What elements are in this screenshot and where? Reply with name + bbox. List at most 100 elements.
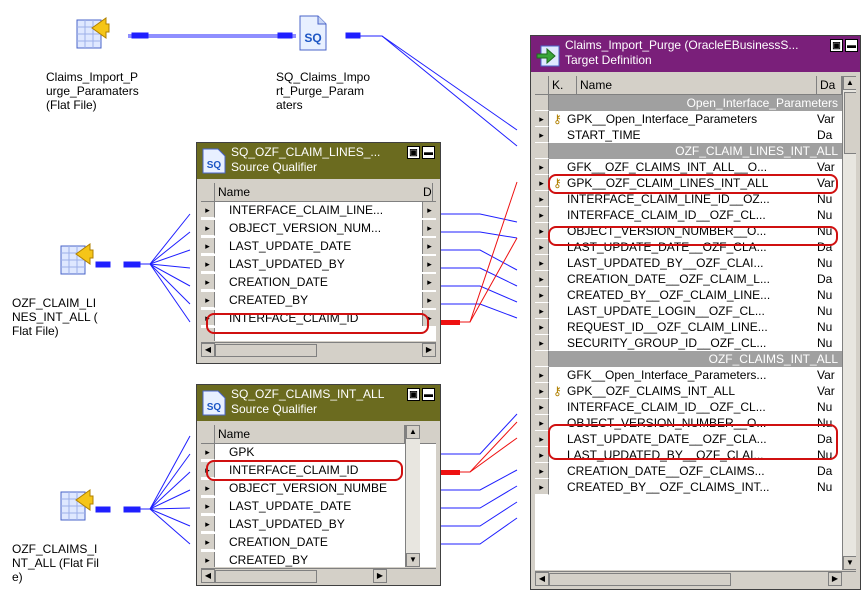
col-name-header[interactable]: Name (215, 425, 405, 443)
table-row[interactable]: ▸ ⚷ GPK__OZF_CLAIMS_INT_ALL Var (535, 383, 842, 399)
row-marker-icon[interactable]: ▸ (201, 274, 215, 290)
table-row[interactable]: ▸ REQUEST_ID__OZF_CLAIM_LINE... Nu (535, 319, 842, 335)
row-marker-icon[interactable]: ▸ (535, 239, 549, 255)
row-marker-icon[interactable]: ▸ (201, 480, 215, 496)
row-marker-icon[interactable]: ▸ (535, 479, 549, 495)
row-marker-icon[interactable]: ▸ (201, 534, 215, 550)
col-name-header[interactable]: Name (215, 183, 433, 201)
table-row[interactable]: ▸ INTERFACE_CLAIM_ID__OZF_CL... Nu (535, 207, 842, 223)
row-marker-icon[interactable]: ▸ (201, 238, 215, 254)
table-row[interactable]: ▸ ⚷ GPK__Open_Interface_Parameters Var (535, 111, 842, 127)
maximize-icon[interactable]: ▣ (407, 388, 420, 401)
horizontal-scrollbar[interactable]: ◀ ▶ (535, 571, 856, 586)
row-marker-icon[interactable]: ▸ (535, 319, 549, 335)
row-marker-icon[interactable]: ▸ (535, 175, 549, 191)
row-marker-icon[interactable]: ▸ (535, 111, 549, 127)
minimize-icon[interactable]: ▬ (422, 146, 435, 159)
table-row[interactable]: ▸INTERFACE_CLAIM_LINE...d▸ (201, 202, 436, 218)
row-marker-icon[interactable]: ▸ (535, 463, 549, 479)
scroll-down-icon[interactable]: ▼ (406, 553, 420, 567)
table-row[interactable]: ▸CREATION_DATEd▸ (201, 274, 436, 290)
sq-lines-titlebar[interactable]: SQ SQ_OZF_CLAIM_LINES_... Source Qualifi… (197, 143, 440, 179)
horizontal-scrollbar[interactable]: ◀ ▶ (201, 568, 436, 583)
row-marker-icon[interactable]: ▸ (535, 159, 549, 175)
table-row[interactable]: ▸ LAST_UPDATE_DATE (201, 498, 422, 514)
row-marker-icon[interactable]: ▸ (535, 415, 549, 431)
table-row[interactable]: ▸ GFK__OZF_CLAIMS_INT_ALL__O... Var (535, 159, 842, 175)
row-marker-icon[interactable]: ▸ (535, 127, 549, 143)
row-marker-icon[interactable]: ▸ (535, 303, 549, 319)
row-marker-icon[interactable]: ▸ (535, 255, 549, 271)
row-marker-icon[interactable]: ▸ (535, 335, 549, 351)
row-marker-icon[interactable]: ▸ (535, 223, 549, 239)
vertical-scrollbar[interactable]: ▲ ▼ (842, 76, 856, 570)
row-marker-icon[interactable]: ▸ (201, 498, 215, 514)
table-row[interactable]: ▸ CREATED_BY__OZF_CLAIMS_INT... Nu (535, 479, 842, 495)
scroll-right-icon[interactable]: ▶ (828, 572, 842, 586)
vertical-scrollbar[interactable]: ▲ ▼ (405, 425, 420, 567)
row-marker-icon[interactable]: ▸ (535, 191, 549, 207)
target-titlebar[interactable]: Claims_Import_Purge (OracleEBusinessS...… (531, 36, 860, 72)
row-marker-icon[interactable]: ▸ (535, 207, 549, 223)
output-port-icon[interactable]: ▸ (422, 202, 436, 218)
row-marker-icon[interactable]: ▸ (535, 399, 549, 415)
col-type-header[interactable]: D (420, 183, 436, 201)
scroll-left-icon[interactable]: ◀ (201, 343, 215, 357)
table-row[interactable]: ▸LAST_UPDATED_BYd▸ (201, 256, 436, 272)
table-row[interactable]: ▸ LAST_UPDATED_BY (201, 516, 422, 532)
row-marker-icon[interactable]: ▸ (535, 383, 549, 399)
scroll-left-icon[interactable]: ◀ (201, 569, 215, 583)
group-row[interactable]: OZF_CLAIMS_INT_ALL (535, 351, 842, 367)
scroll-left-icon[interactable]: ◀ (535, 572, 549, 586)
table-row[interactable]: ▸ START_TIME Da (535, 127, 842, 143)
scroll-thumb[interactable] (215, 344, 317, 357)
table-row[interactable]: ▸ CREATED_BY (201, 552, 422, 567)
row-marker-icon[interactable]: ▸ (201, 220, 215, 236)
scroll-thumb[interactable] (844, 92, 856, 154)
table-row[interactable]: ▸ CREATION_DATE__OZF_CLAIM_L... Da (535, 271, 842, 287)
row-marker-icon[interactable]: ▸ (535, 287, 549, 303)
sq-claims-window[interactable]: SQ SQ_OZF_CLAIMS_INT_ALL Source Qualifie… (196, 384, 441, 586)
row-marker-icon[interactable]: ▸ (201, 552, 215, 567)
scroll-up-icon[interactable]: ▲ (843, 76, 856, 90)
maximize-icon[interactable]: ▣ (830, 39, 843, 52)
minimize-icon[interactable]: ▬ (422, 388, 435, 401)
row-marker-icon[interactable]: ▸ (535, 431, 549, 447)
table-row[interactable]: ▸ GFK__Open_Interface_Parameters... Var (535, 367, 842, 383)
scroll-thumb[interactable] (549, 573, 731, 586)
table-row[interactable]: ▸ GPK (201, 444, 422, 460)
sq-claims-titlebar[interactable]: SQ SQ_OZF_CLAIMS_INT_ALL Source Qualifie… (197, 385, 440, 421)
table-row[interactable]: ▸LAST_UPDATE_DATEd▸ (201, 238, 436, 254)
output-port-icon[interactable]: ▸ (422, 274, 436, 290)
table-row[interactable]: ▸ CREATION_DATE__OZF_CLAIMS... Da (535, 463, 842, 479)
output-port-icon[interactable]: ▸ (422, 238, 436, 254)
table-row[interactable]: ▸ SECURITY_GROUP_ID__OZF_CL... Nu (535, 335, 842, 351)
source-qualifier-icon[interactable]: SQ (298, 14, 328, 52)
flat-file-icon[interactable] (76, 14, 110, 50)
col-key-header[interactable]: K. (549, 76, 577, 94)
row-marker-icon[interactable]: ▸ (201, 292, 215, 308)
scroll-thumb[interactable] (215, 570, 317, 583)
row-marker-icon[interactable]: ▸ (201, 256, 215, 272)
table-row[interactable]: ▸ LAST_UPDATED_BY__OZF_CLAI... Nu (535, 255, 842, 271)
flat-file-icon[interactable] (60, 486, 94, 522)
output-port-icon[interactable]: ▸ (422, 292, 436, 308)
group-row[interactable]: Open_Interface_Parameters (535, 95, 842, 111)
table-row[interactable]: ▸ CREATION_DATE (201, 534, 422, 550)
output-port-icon[interactable]: ▸ (422, 256, 436, 272)
scroll-up-icon[interactable]: ▲ (406, 425, 420, 439)
table-row[interactable]: ▸ INTERFACE_CLAIM_ID__OZF_CL... Nu (535, 399, 842, 415)
target-window[interactable]: Claims_Import_Purge (OracleEBusinessS...… (530, 35, 861, 590)
row-marker-icon[interactable]: ▸ (535, 447, 549, 463)
flat-file-icon[interactable] (60, 240, 94, 276)
row-marker-icon[interactable]: ▸ (201, 444, 215, 460)
row-marker-icon[interactable]: ▸ (201, 202, 215, 218)
row-marker-icon[interactable]: ▸ (535, 367, 549, 383)
scroll-right-icon[interactable]: ▶ (422, 343, 436, 357)
maximize-icon[interactable]: ▣ (407, 146, 420, 159)
table-row[interactable]: ▸ OBJECT_VERSION_NUMBE (201, 480, 422, 496)
table-row[interactable]: ▸ LAST_UPDATE_LOGIN__OZF_CL... Nu (535, 303, 842, 319)
col-name-header[interactable]: Name (577, 76, 817, 94)
table-row[interactable]: ▸CREATED_BYd▸ (201, 292, 436, 308)
minimize-icon[interactable]: ▬ (845, 39, 858, 52)
